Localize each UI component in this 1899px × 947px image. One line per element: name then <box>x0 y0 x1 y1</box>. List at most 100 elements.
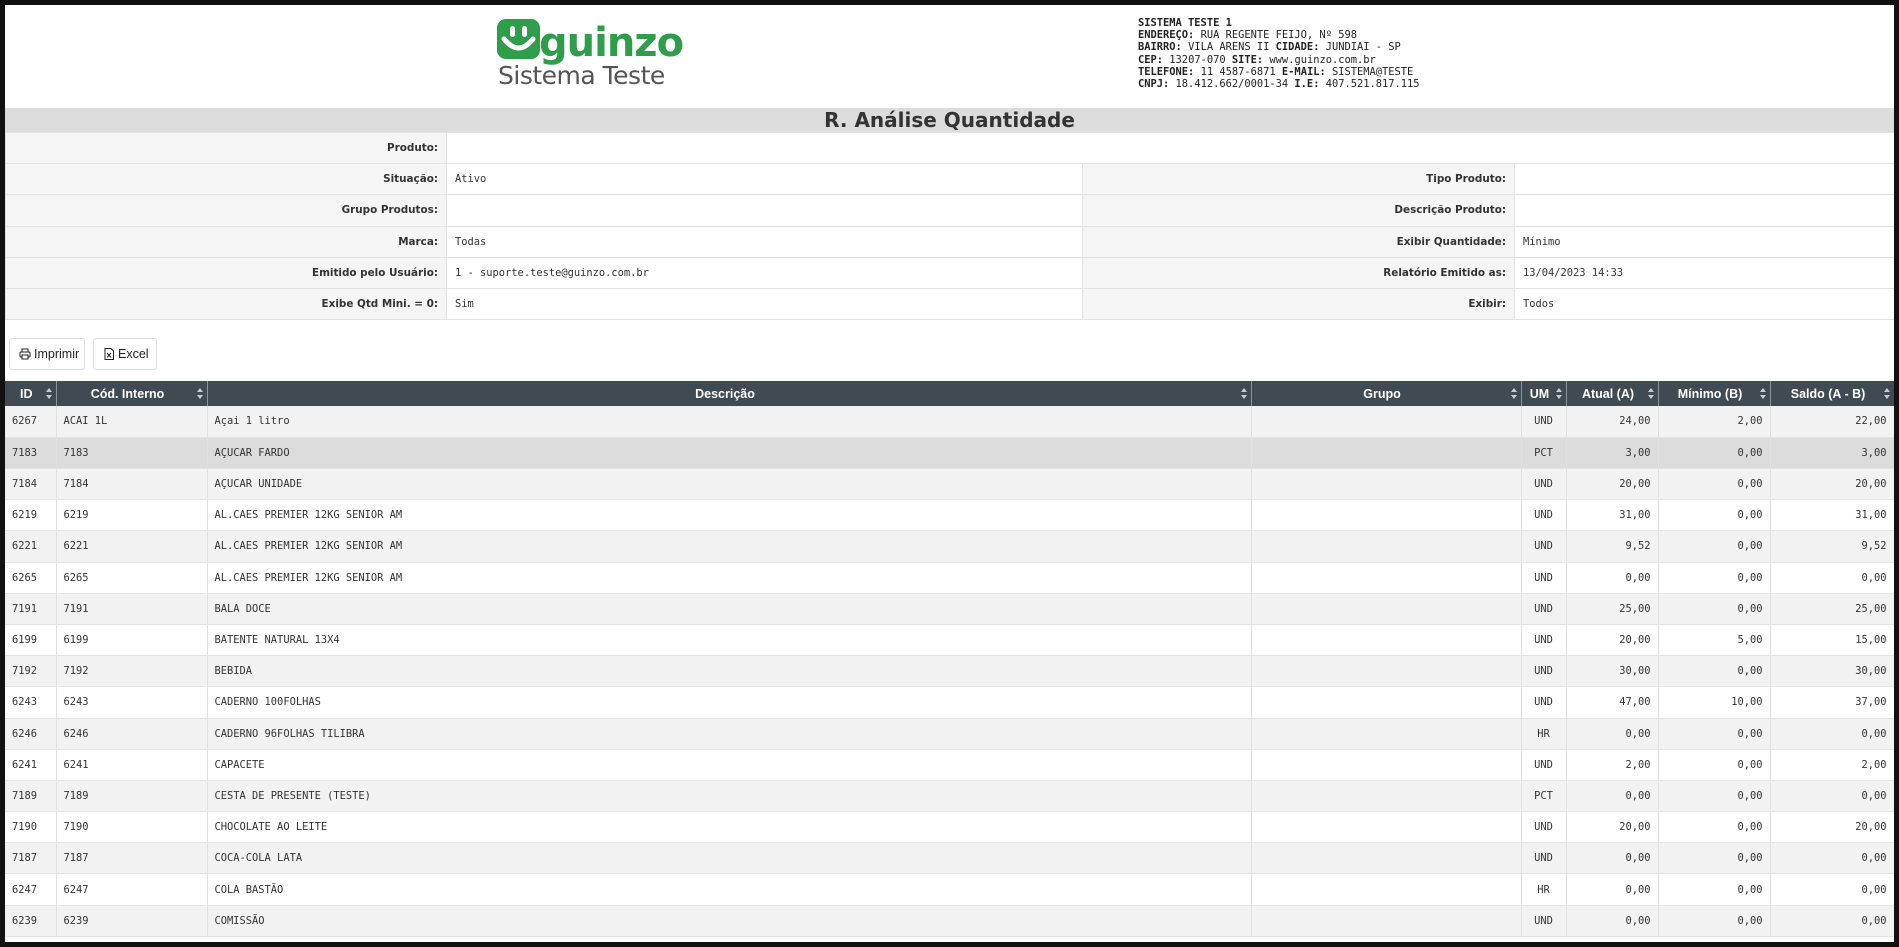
column-header-descricao[interactable]: Descrição <box>207 381 1252 407</box>
table-row[interactable]: 7190 7190 CHOCOLATE AO LEITE UND 20,00 0,00 20… <box>5 811 1894 844</box>
company-site: www.guinzo.com.br <box>1269 53 1376 66</box>
cell-id: 7183 <box>5 437 57 470</box>
table-row[interactable]: 7192 7192 BEBIDA UND 30,00 0,00 30,00 <box>5 655 1894 688</box>
filter-label-exibir: Exibir: <box>1082 287 1515 321</box>
cell-id: 7184 <box>5 468 57 501</box>
cell-cod-interno: 7191 <box>56 593 208 625</box>
company-phone: 11 4587-6871 <box>1200 65 1276 78</box>
cell-id: 7189 <box>5 780 57 813</box>
cell-cod-interno: 6243 <box>56 686 208 719</box>
cell-atual: 24,00 <box>1566 406 1659 438</box>
table-row[interactable]: 6219 6219 AL.CAES PREMIER 12KG SENIOR AM UN… <box>5 499 1894 532</box>
filter-label-marca: Marca: <box>5 225 447 258</box>
cell-minimo: 0,00 <box>1658 905 1771 937</box>
cell-um: UND <box>1521 905 1567 937</box>
cell-cod-interno: 7187 <box>56 842 208 875</box>
cell-cod-interno: 7189 <box>56 780 208 813</box>
table-row[interactable]: 7187 7187 COCA-COLA LATA UND 0,00 0,00 0,00 <box>5 842 1894 875</box>
cell-saldo: 0,00 <box>1770 905 1894 937</box>
cell-atual: 47,00 <box>1566 686 1659 719</box>
print-button-label: Imprimir <box>34 347 80 362</box>
cell-grupo <box>1251 437 1522 470</box>
cell-minimo: 0,00 <box>1658 749 1771 781</box>
cell-descricao: AL.CAES PREMIER 12KG SENIOR AM <box>207 562 1252 594</box>
filter-label-relatorio-emitido: Relatório Emitido as: <box>1082 256 1515 289</box>
cell-id: 6267 <box>5 406 57 438</box>
company-city: JUNDIAI - SP <box>1325 41 1401 54</box>
cell-um: UND <box>1521 686 1567 719</box>
cell-minimo: 5,00 <box>1658 624 1771 657</box>
cell-descricao: BEBIDA <box>207 655 1252 688</box>
cell-saldo: 3,00 <box>1770 437 1894 470</box>
company-info: SISTEMA TESTE 1 ENDEREÇO: RUA REGENTE FE… <box>1138 17 1420 90</box>
column-header-id[interactable]: ID <box>5 381 57 407</box>
cell-grupo <box>1251 686 1522 719</box>
printer-icon <box>19 348 31 360</box>
column-header-atual[interactable]: Atual (A) <box>1566 381 1659 407</box>
sort-icon <box>1510 388 1517 400</box>
filter-row-usuario: Emitido pelo Usuário: 1 - suporte.teste@… <box>5 256 1894 289</box>
sort-icon <box>1883 388 1890 400</box>
cell-grupo <box>1251 406 1522 438</box>
cell-atual: 0,00 <box>1566 562 1659 594</box>
cell-saldo: 0,00 <box>1770 562 1894 594</box>
cell-minimo: 0,00 <box>1658 437 1771 470</box>
table-row[interactable]: 7183 7183 AÇUCAR FARDO PCT 3,00 0,00 3,00 <box>5 437 1894 470</box>
cell-saldo: 0,00 <box>1770 842 1894 875</box>
company-address: RUA REGENTE FEIJO, Nº 598 <box>1200 29 1357 42</box>
site-label: SITE: <box>1231 53 1264 66</box>
cell-grupo <box>1251 842 1522 875</box>
ie-label: I.E: <box>1294 78 1320 91</box>
cell-descricao: CAPACETE <box>207 749 1252 781</box>
table-row[interactable]: 6265 6265 AL.CAES PREMIER 12KG SENIOR AM UN… <box>5 562 1894 594</box>
column-header-label: Cód. Interno <box>90 386 165 401</box>
column-header-minimo[interactable]: Mínimo (B) <box>1658 381 1771 407</box>
cell-grupo <box>1251 624 1522 657</box>
column-header-cod-interno[interactable]: Cód. Interno <box>56 381 208 407</box>
cell-grupo <box>1251 718 1522 750</box>
cell-um: UND <box>1521 593 1567 625</box>
sort-icon <box>1240 388 1247 400</box>
table-row[interactable]: 6221 6221 AL.CAES PREMIER 12KG SENIOR AM UN… <box>5 530 1894 563</box>
filter-label-emitido-usuario: Emitido pelo Usuário: <box>5 256 447 289</box>
cell-grupo <box>1251 780 1522 813</box>
cell-saldo: 22,00 <box>1770 406 1894 438</box>
table-row[interactable]: 6239 6239 COMISSÃO UND 0,00 0,00 0,00 <box>5 905 1894 937</box>
table-row[interactable]: 6199 6199 BATENTE NATURAL 13X4 UND 20,00 5,00… <box>5 624 1894 657</box>
excel-button[interactable]: Excel <box>93 338 157 371</box>
cidade-label: CIDADE: <box>1275 41 1320 54</box>
cell-id: 6221 <box>5 530 57 563</box>
cell-cod-interno: 7192 <box>56 655 208 688</box>
cell-id: 6265 <box>5 562 57 594</box>
filter-label-descricao-produto: Descrição Produto: <box>1082 194 1515 227</box>
cep-label: CEP: <box>1138 53 1164 66</box>
table-row[interactable]: 6247 6247 COLA BASTÃO HR 0,00 0,00 0,00 <box>5 873 1894 906</box>
print-button[interactable]: Imprimir <box>9 338 85 371</box>
cell-um: UND <box>1521 655 1567 688</box>
table-row[interactable]: 6241 6241 CAPACETE UND 2,00 0,00 2,00 <box>5 749 1894 781</box>
report-header: guinzo Sistema Teste SISTEMA TESTE 1 END… <box>5 5 1894 108</box>
column-header-um[interactable]: UM <box>1521 381 1567 407</box>
cell-descricao: Açai 1 litro <box>207 406 1252 438</box>
cell-um: UND <box>1521 562 1567 594</box>
table-row[interactable]: 7191 7191 BALA DOCE UND 25,00 0,00 25,00 <box>5 593 1894 625</box>
table-row[interactable]: 6267 ACAI 1L Açai 1 litro UND 24,00 2,00 22,00 <box>5 406 1894 438</box>
cell-id: 6239 <box>5 905 57 937</box>
cell-atual: 20,00 <box>1566 624 1659 657</box>
cell-um: UND <box>1521 406 1567 438</box>
table-row[interactable]: 6243 6243 CADERNO 100FOLHAS UND 47,00 10,00 37… <box>5 686 1894 719</box>
report-filters: Produto: Situação: Ativo Tipo Produto: G… <box>5 131 1894 321</box>
cell-minimo: 0,00 <box>1658 873 1771 906</box>
column-header-saldo[interactable]: Saldo (A - B) <box>1770 381 1894 407</box>
filter-row-exibe: Exibe Qtd Mini. = 0: Sim Exibir: Todos <box>5 287 1894 321</box>
cell-minimo: 0,00 <box>1658 499 1771 532</box>
filter-label-produto: Produto: <box>5 131 447 165</box>
filter-value-descricao-produto <box>1513 194 1894 227</box>
column-header-grupo[interactable]: Grupo <box>1251 381 1522 407</box>
table-row[interactable]: 7189 7189 CESTA DE PRESENTE (TESTE) PCT 0,00… <box>5 780 1894 813</box>
cell-cod-interno: 6246 <box>56 718 208 750</box>
filter-row-situacao: Situação: Ativo Tipo Produto: <box>5 163 1894 196</box>
cell-descricao: AÇUCAR UNIDADE <box>207 468 1252 501</box>
table-row[interactable]: 6246 6246 CADERNO 96FOLHAS TILIBRA HR 0,00 0,… <box>5 718 1894 750</box>
table-row[interactable]: 7184 7184 AÇUCAR UNIDADE UND 20,00 0,00 20,00 <box>5 468 1894 501</box>
